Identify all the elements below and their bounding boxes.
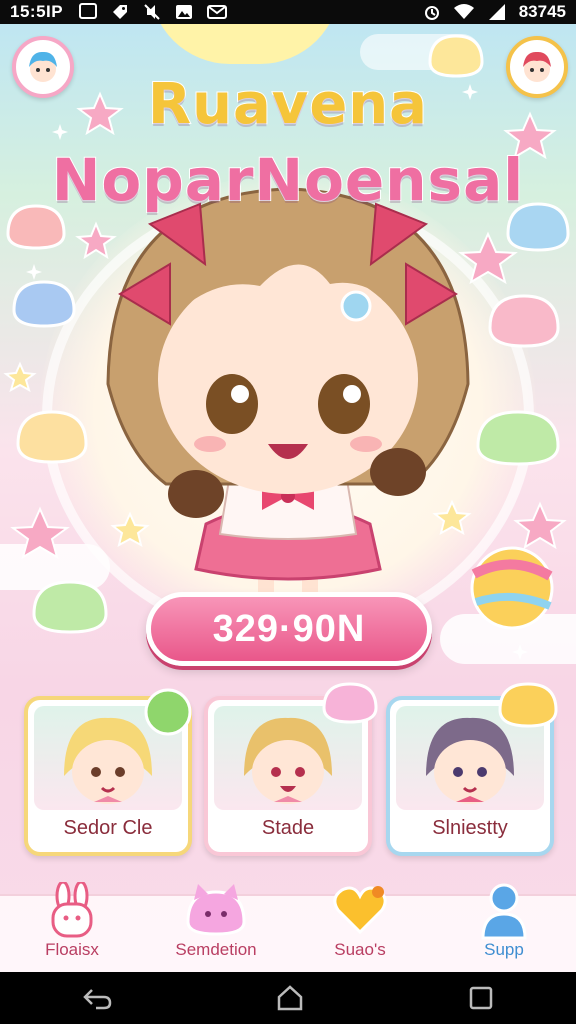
notification-icons xyxy=(79,3,228,21)
battery-text: 83745 xyxy=(518,2,566,21)
system-nav-bar xyxy=(0,972,576,1024)
score-button[interactable]: 329·90N xyxy=(146,592,432,666)
mute-icon xyxy=(144,4,160,20)
character-card[interactable]: Stade xyxy=(204,696,372,856)
nav-item-supp[interactable]: Supp xyxy=(432,883,576,972)
alarm-icon xyxy=(424,6,439,20)
heart-icon xyxy=(333,886,387,935)
game-title-line1: Ruavena xyxy=(147,71,428,138)
nav-label: Floaisx xyxy=(45,940,99,959)
character-portrait xyxy=(214,706,362,810)
character-name: Sedor Cle xyxy=(63,817,153,839)
bottom-nav: Floaisx Semdetion Suao's Supp xyxy=(0,882,576,972)
status-bar: 15:5IP 83745 xyxy=(0,0,576,24)
game-screen: Ruavena NoparNoensal 329·90N Sedor Cle S… xyxy=(0,24,576,972)
recents-icon[interactable] xyxy=(468,985,494,1011)
cat-blob-icon xyxy=(186,884,246,936)
character-card[interactable]: Sedor Cle xyxy=(24,696,192,856)
nav-item-semdetion[interactable]: Semdetion xyxy=(144,884,288,972)
character-portrait xyxy=(396,706,544,810)
game-title-line2: NoparNoensal xyxy=(51,145,525,215)
chibi-girl-character xyxy=(106,187,470,617)
person-icon xyxy=(481,883,527,940)
signal-icon xyxy=(488,4,505,20)
tag-icon xyxy=(113,5,128,19)
home-icon[interactable] xyxy=(276,984,304,1012)
character-name: Slniestty xyxy=(432,817,508,839)
system-status: 83745 xyxy=(423,2,566,22)
wifi-icon xyxy=(453,4,474,19)
sim-icon xyxy=(79,3,98,19)
character-name: Stade xyxy=(261,817,315,839)
mail-icon xyxy=(207,5,228,19)
character-card[interactable]: Slniestty xyxy=(386,696,554,856)
bunny-icon xyxy=(51,882,93,938)
nav-label: Supp xyxy=(484,940,524,959)
nav-label: Semdetion xyxy=(175,940,257,959)
ball-icon xyxy=(470,546,554,630)
nav-item-suaos[interactable]: Suao's xyxy=(288,886,432,972)
nav-label: Suao's xyxy=(334,940,386,959)
score-value: 329·90N xyxy=(212,607,366,650)
nav-item-floaisx[interactable]: Floaisx xyxy=(0,882,144,972)
photo-icon xyxy=(176,5,193,19)
character-portrait xyxy=(34,706,182,810)
back-icon[interactable] xyxy=(82,986,112,1010)
status-time: 15:5IP xyxy=(10,2,64,21)
